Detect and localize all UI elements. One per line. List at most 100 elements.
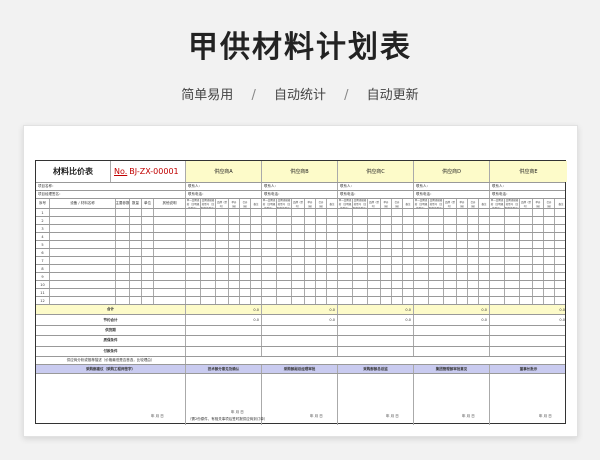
summary-row: 合计 0.0 0.0 0.0 0.0 0.0 [36, 305, 565, 316]
supplier-column-header: 合价（元） [240, 199, 251, 208]
table-cell [414, 273, 429, 280]
table-cell [142, 233, 154, 240]
approval-cell [338, 374, 414, 425]
table-cell [403, 289, 414, 296]
table-cell [130, 233, 142, 240]
supplier-column-header: 备注 [558, 202, 564, 206]
table-cell [490, 289, 505, 296]
summary-cell [490, 336, 567, 345]
table-cell [533, 297, 544, 304]
tagline-separator: / [251, 88, 256, 103]
table-row: 8 [36, 265, 565, 273]
table-cell [277, 225, 292, 232]
table-cell [327, 257, 338, 264]
table-row: 7 [36, 257, 565, 265]
summary-label: 付款条件 [36, 346, 186, 356]
phone-label: 联系电话： [262, 191, 338, 198]
page-title: 甲供材料计划表 [188, 30, 412, 65]
table-cell [130, 265, 142, 272]
table-cell [381, 225, 392, 232]
table-cell [457, 265, 468, 272]
table-cell [130, 217, 142, 224]
summary-row: 供货期 [36, 325, 565, 337]
table-cell [292, 265, 305, 272]
table-cell [555, 249, 566, 256]
table-cell [327, 225, 338, 232]
table-cell [292, 233, 305, 240]
row-number: 12 [36, 297, 50, 304]
table-cell [392, 241, 403, 248]
table-cell [277, 281, 292, 288]
table-cell [533, 225, 544, 232]
table-cell [316, 209, 327, 216]
contact-label: 联系人： [414, 183, 490, 190]
project-name-label: 项目名称： [36, 183, 186, 190]
table-cell [468, 249, 479, 256]
table-cell [116, 257, 130, 264]
table-row: 4 [36, 233, 565, 241]
table-cell [368, 265, 381, 272]
table-cell [544, 249, 555, 256]
table-row: 10 [36, 281, 565, 289]
row-number: 8 [36, 265, 50, 272]
table-cell [251, 249, 262, 256]
table-cell [533, 273, 544, 280]
table-cell [142, 289, 154, 296]
summary-value: 0.0 [262, 315, 338, 325]
table-cell [444, 233, 457, 240]
supplier-column-header: 单一品牌或的（注明规格型号） [262, 199, 277, 208]
column-header: 其他说明 [154, 199, 186, 208]
table-cell [429, 241, 444, 248]
table-cell [305, 217, 316, 224]
table-cell [490, 297, 505, 304]
summary-cell [186, 346, 262, 356]
contact-label: 联系人： [338, 183, 414, 190]
table-cell [403, 265, 414, 272]
table-cell [327, 273, 338, 280]
table-cell [201, 209, 216, 216]
table-cell [154, 273, 186, 280]
table-cell [277, 249, 292, 256]
table-cell [429, 225, 444, 232]
table-row: 11 [36, 289, 565, 297]
row-number: 5 [36, 241, 50, 248]
table-cell [457, 209, 468, 216]
table-cell [444, 225, 457, 232]
table-cell [368, 249, 381, 256]
table-cell [392, 209, 403, 216]
supplier-header-e: 供应商E [490, 161, 567, 182]
table-cell [201, 217, 216, 224]
table-cell [216, 289, 229, 296]
table-cell [368, 289, 381, 296]
table-cell [292, 289, 305, 296]
approval-cell [262, 374, 338, 425]
row-number: 11 [36, 289, 50, 296]
table-cell [468, 241, 479, 248]
table-cell [457, 233, 468, 240]
table-cell [142, 209, 154, 216]
table-cell [327, 297, 338, 304]
table-cell [186, 265, 201, 272]
supplier-column-header: 单价（元） [229, 199, 240, 208]
table-cell [240, 217, 251, 224]
table-cell [414, 225, 429, 232]
table-cell [262, 289, 277, 296]
table-cell [444, 249, 457, 256]
summary-value: 0.0 [414, 315, 490, 325]
table-cell [403, 297, 414, 304]
table-cell [479, 257, 490, 264]
table-cell [353, 281, 368, 288]
supplier-column-header: 合价（元） [316, 199, 327, 208]
table-cell [414, 297, 429, 304]
table-cell [520, 241, 533, 248]
table-cell [130, 281, 142, 288]
table-cell [353, 241, 368, 248]
table-cell [50, 241, 116, 248]
supplier-column-header: 单价（元） [381, 199, 392, 208]
table-cell [240, 273, 251, 280]
table-cell [457, 225, 468, 232]
table-cell [50, 273, 116, 280]
table-cell [186, 209, 201, 216]
summary-value: 0.0 [338, 315, 414, 325]
summary-label: 合计 [36, 305, 186, 315]
